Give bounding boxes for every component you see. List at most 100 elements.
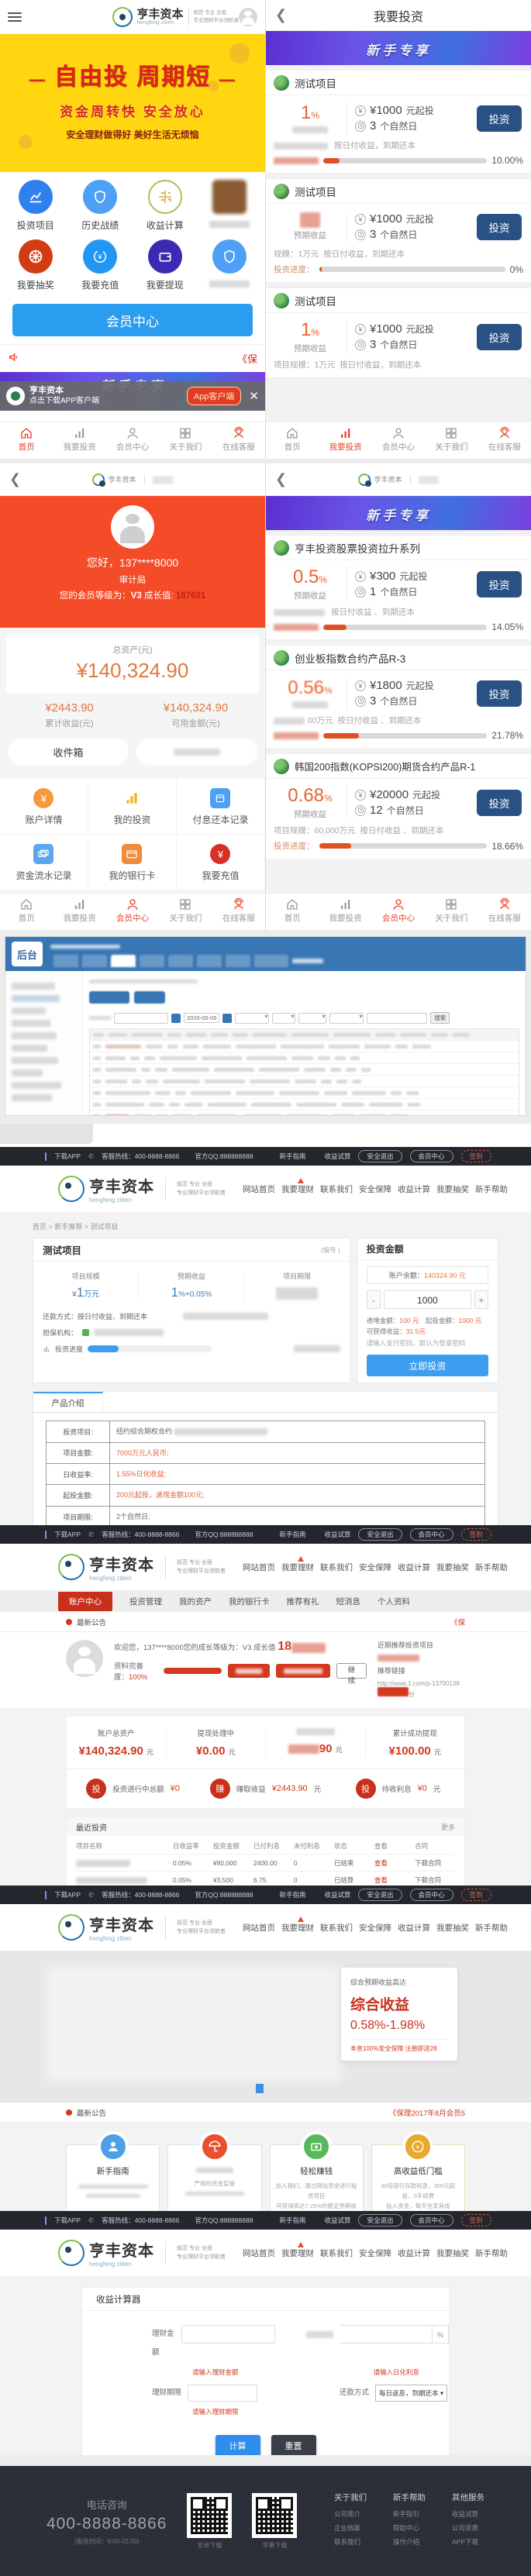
continue-button[interactable]: 继续 [336,1663,367,1686]
back-icon[interactable]: ❮ [9,471,21,487]
admin-button[interactable] [134,991,165,1004]
invest-button[interactable]: 投资 [477,789,522,816]
promo-banner[interactable]: — 自由投 周期短 — 资金周转快 安全放心 安全理财做得好 美好生活无烦恼 [0,34,265,172]
announcement-bar[interactable]: 最新公告 《保 [0,1612,531,1632]
signin-button[interactable]: 签到 [460,1150,491,1162]
nav-lottery[interactable]: 我要抽奖 [436,1562,469,1573]
nav-invest[interactable]: 我要理财 [281,2241,314,2259]
logout-button[interactable]: 安全退出 [358,1889,402,1901]
invest-button[interactable]: 投资 [477,105,522,132]
member-center-button[interactable]: 会员中心 [12,304,253,336]
menu-recharge[interactable]: ¥ 我要充值 [68,239,133,291]
filter-select[interactable] [235,1012,270,1024]
contract-link[interactable]: 下载合同 [415,1875,455,1885]
tab-service[interactable]: 在线客服 [478,894,531,930]
nav-security[interactable]: 安全保障 [359,1562,391,1573]
menu-account-detail[interactable]: ¥ 账户详情 [0,779,88,835]
nav-help[interactable]: 新手帮助 [475,1922,508,1934]
download-app-button[interactable]: App客户端 [186,387,242,405]
menu-withdraw[interactable]: 我要提现 [133,239,198,291]
search-button[interactable]: 搜索 [430,1012,450,1024]
tab-invest[interactable]: 我要投资 [53,422,105,459]
table-row[interactable]: 0.05% ¥80,000 2400.00 0 已结束 查看 下载合同 [76,1855,455,1872]
nav-home[interactable]: 网站首页 [243,1922,275,1934]
invest-button[interactable]: 投资 [477,213,522,240]
view-link[interactable]: 查看 [374,1858,415,1868]
more-link[interactable]: 更多 [441,1822,455,1832]
filter-input[interactable] [367,1012,428,1024]
invest-button[interactable]: 投资 [477,323,522,350]
nav-home[interactable]: 网站首页 [243,1562,275,1573]
admin-button[interactable] [89,991,129,1004]
redacted-action-button[interactable] [227,1664,270,1678]
nav-contact[interactable]: 联系我们 [320,1562,353,1573]
profit-trial-link[interactable]: 收益试算 [324,1890,350,1899]
nav-security[interactable]: 安全保障 [359,1183,391,1195]
tab-home[interactable]: 首页 [0,894,53,930]
member-center-button[interactable]: 会员中心 [409,1528,453,1541]
amount-minus-button[interactable]: - [366,1290,381,1309]
tab-service[interactable]: 在线客服 [212,422,265,459]
tab-about[interactable]: 关于我们 [159,894,212,930]
footer-link[interactable]: 企业档案 [334,2523,367,2533]
filter-date[interactable]: 2020-05-06 [184,1013,220,1023]
footer-link[interactable]: 公司简介 [334,2509,367,2519]
newbie-banner[interactable]: 新手专享 [266,31,531,65]
avatar[interactable] [239,7,257,26]
feature-low-threshold[interactable]: ¥ 高收益低门槛 30倍银行存款利息，300元起投，0手续费 投入资金，每天坐享其… [371,2131,465,2211]
nav-home[interactable]: 网站首页 [243,2247,275,2259]
tab-member[interactable]: 会员中心 [106,894,159,930]
calendar-icon[interactable] [222,1013,233,1023]
calculate-button[interactable]: 计算 [215,2435,260,2455]
download-app-link[interactable]: 下载APP [54,1152,81,1161]
member-center-button[interactable]: 会员中心 [409,1889,453,1901]
profit-trial-link[interactable]: 收益试算 [324,1152,350,1161]
breadcrumb[interactable]: 首页 > 新手推荐 > 测试项目 [33,1221,498,1231]
calendar-icon[interactable] [171,1013,181,1023]
download-app-link[interactable]: 下载APP [54,1530,81,1539]
nav-security[interactable]: 安全保障 [359,1922,391,1934]
redacted-action-button[interactable] [275,1664,330,1678]
tab-product-intro[interactable]: 产品介绍 [33,1392,103,1413]
newbie-guide-link[interactable]: 新手指南 [279,2216,305,2225]
menu-item-redacted-2[interactable] [198,239,263,291]
newbie-guide-link[interactable]: 新手指南 [279,1530,305,1539]
tab-service[interactable]: 在线客服 [478,422,531,459]
tab-member[interactable]: 会员中心 [106,422,159,459]
menu-invest-projects[interactable]: 投资项目 [3,180,68,232]
redacted-button[interactable] [136,739,257,765]
menu-recharge[interactable]: ¥ 我要充值 [176,835,265,890]
reset-button[interactable]: 重置 [271,2435,316,2455]
nav-calculator[interactable]: 收益计算 [398,1183,430,1195]
member-center-button[interactable]: 会员中心 [409,1150,453,1162]
footer-link[interactable]: 帮助中心 [393,2523,426,2533]
nav-calculator[interactable]: 收益计算 [398,1562,430,1573]
table-row[interactable] [90,1111,519,1115]
tab-about[interactable]: 关于我们 [425,894,478,930]
logout-button[interactable]: 安全退出 [358,1528,402,1541]
subnav-referral[interactable]: 推荐有礼 [287,1596,319,1607]
profit-trial-link[interactable]: 收益试算 [324,2216,350,2225]
nav-home[interactable]: 网站首页 [243,1183,275,1195]
newbie-guide-link[interactable]: 新手指南 [279,1890,305,1899]
invest-button[interactable]: 投资 [477,680,522,707]
tab-home[interactable]: 首页 [0,422,53,459]
menu-item-redacted[interactable] [198,180,263,232]
menu-bank-card[interactable]: 我的银行卡 [88,835,177,890]
footer-link[interactable]: 新手指引 [393,2509,426,2519]
nav-invest[interactable]: 我要理财 [281,1177,314,1195]
menu-interest-record[interactable]: 付息还本记录 [176,779,265,835]
menu-fund-record[interactable]: 资金流水记录 [0,835,88,890]
filter-select[interactable] [298,1012,327,1024]
invest-button[interactable]: 投资 [477,570,522,598]
back-icon[interactable]: ❮ [275,471,287,487]
subnav-profile[interactable]: 个人资料 [378,1596,410,1607]
profit-trial-link[interactable]: 收益试算 [324,1530,350,1539]
filter-select[interactable] [329,1012,364,1024]
admin-nav-tabs[interactable] [53,955,323,967]
nav-contact[interactable]: 联系我们 [320,2247,353,2259]
feature-security[interactable]: 严格的资金监管 [167,2131,262,2211]
admin-sidebar[interactable] [5,971,83,1115]
signin-button[interactable]: 签到 [460,2214,491,2226]
tab-invest[interactable]: 我要投资 [319,422,371,459]
